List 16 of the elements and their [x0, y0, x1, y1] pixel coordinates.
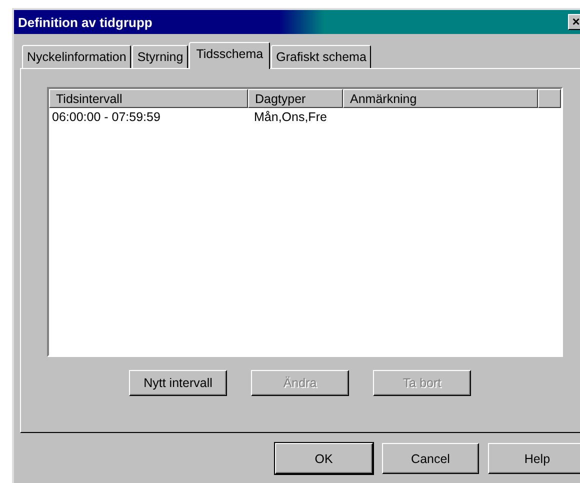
tab[interactable]: Tidsschema — [189, 42, 270, 69]
table-cell-text: 06:00:00 - 07:59:59 — [51, 109, 162, 126]
close-button[interactable]: × — [568, 14, 580, 30]
dialog-button[interactable]: Help — [488, 443, 580, 474]
tab[interactable]: Grafiskt schema — [271, 45, 372, 68]
column-header[interactable]: Tidsintervall — [49, 89, 248, 108]
column-header[interactable]: Anmärkning — [343, 89, 538, 108]
window-title: Definition av tidgrupp — [18, 14, 152, 30]
column-header[interactable] — [538, 89, 561, 108]
tab[interactable]: Styrning — [132, 45, 188, 68]
dialog-button[interactable]: Cancel — [382, 443, 480, 474]
column-header[interactable]: Dagtyper — [248, 89, 343, 108]
action-button[interactable]: Nytt intervall — [129, 370, 227, 396]
table-cell-text: Mån,Ons,Fre — [253, 109, 328, 126]
dialog-button[interactable]: OK — [275, 443, 373, 474]
tab[interactable]: Nyckelinformation — [22, 45, 132, 68]
